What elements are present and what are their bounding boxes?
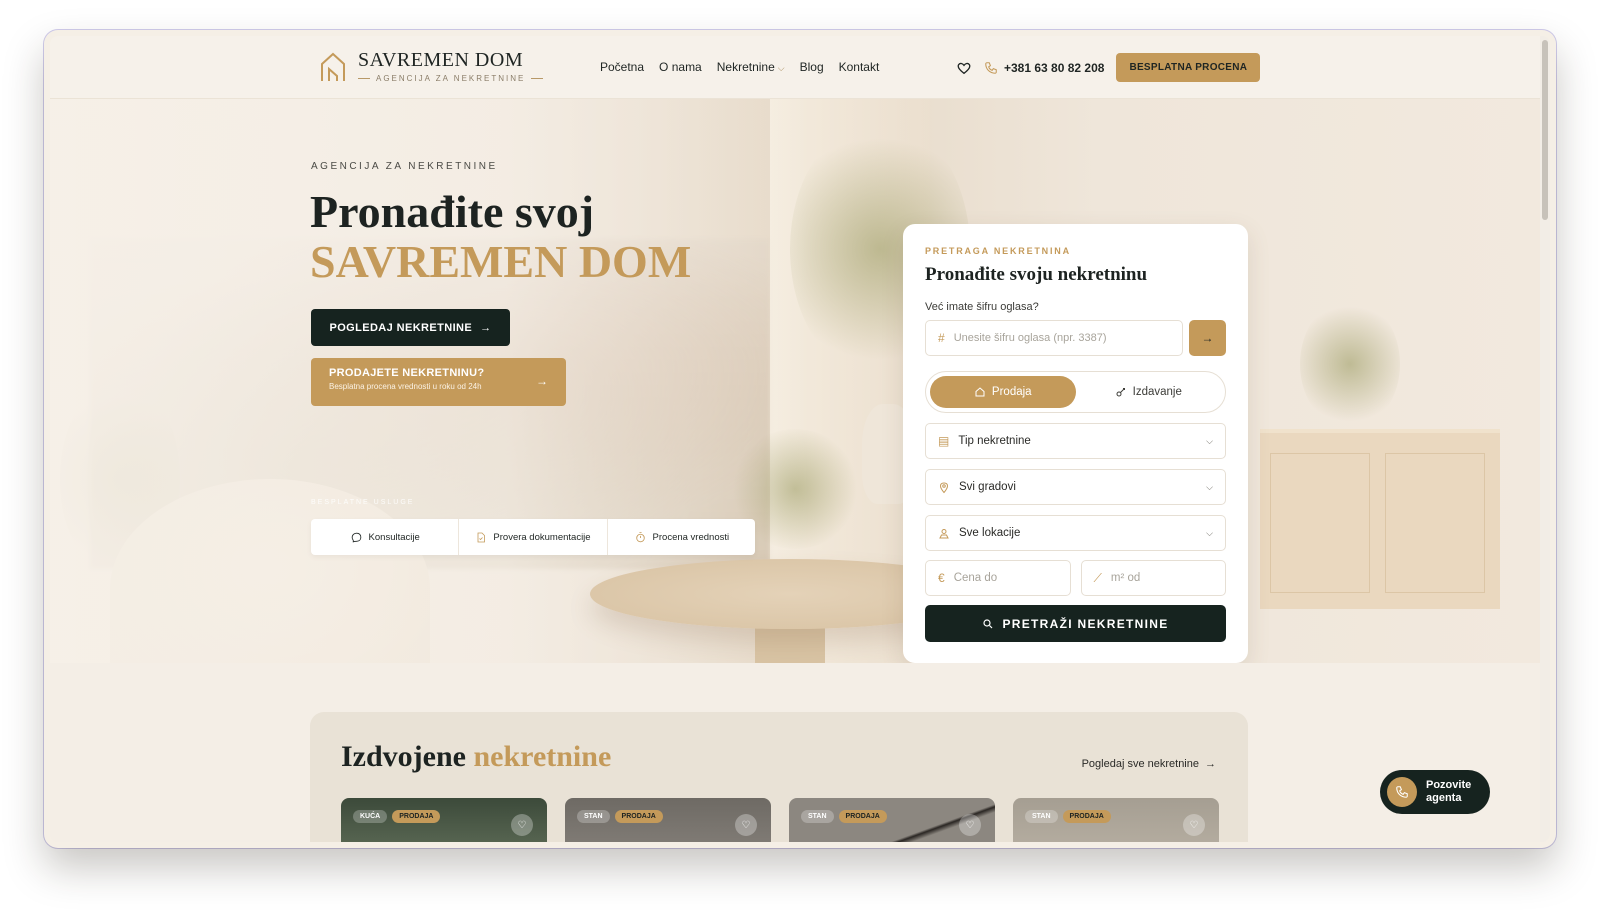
view-properties-button[interactable]: POGLEDAJ NEKRETNINE → xyxy=(311,309,510,346)
services-bar: Konsultacije Provera dokumentacije Proce… xyxy=(311,519,755,555)
arrow-right-icon: → xyxy=(536,374,548,388)
sell-property-button[interactable]: PRODAJETE NEKRETNINU? Besplatna procena … xyxy=(311,358,566,406)
favorite-heart-icon[interactable]: ♡ xyxy=(735,814,757,836)
type-badge: KUĆA xyxy=(353,810,388,823)
browser-window: SAVREMEN DOM AGENCIJA ZA NEKRETNINE Poče… xyxy=(44,30,1556,848)
min-area-input[interactable]: ⟋ m² od xyxy=(1080,560,1226,596)
property-card[interactable]: STAN PRODAJA ♡ xyxy=(565,798,771,842)
search-panel: PRETRAGA NEKRETNINA Pronađite svoju nekr… xyxy=(903,224,1248,663)
header-phone[interactable]: +381 63 80 82 208 xyxy=(984,61,1104,75)
deal-badge: PRODAJA xyxy=(392,810,441,823)
location-select[interactable]: Sve lokacije ⌵ xyxy=(925,515,1226,551)
service-document-check[interactable]: Provera dokumentacije xyxy=(459,519,608,555)
nav-about[interactable]: O nama xyxy=(659,60,702,74)
scrollbar-thumb[interactable] xyxy=(1542,40,1548,220)
home-icon xyxy=(975,387,985,397)
document-icon xyxy=(478,532,486,542)
featured-section: Izdvojene nekretnine Pogledaj sve nekret… xyxy=(310,712,1248,842)
deal-badge: PRODAJA xyxy=(1062,810,1111,823)
nav-blog[interactable]: Blog xyxy=(800,60,824,74)
key-icon xyxy=(1116,388,1125,397)
map-pin-icon xyxy=(939,481,949,493)
search-submit-button[interactable]: PRETRAŽI NEKRETNINE xyxy=(925,605,1226,642)
max-price-input[interactable]: € Cena do xyxy=(925,560,1071,596)
search-icon xyxy=(983,618,993,628)
phone-icon xyxy=(1387,777,1417,807)
view-all-link[interactable]: Pogledaj sve nekretnine → xyxy=(1082,758,1216,770)
code-question: Već imate šifru oglasa? xyxy=(925,301,1039,313)
chevron-down-icon: ⌵ xyxy=(777,63,785,73)
code-row: # Unesite šifru oglasa (npr. 3387) → xyxy=(925,320,1226,356)
type-badge: STAN xyxy=(801,810,834,823)
favorite-heart-icon[interactable]: ♡ xyxy=(959,814,981,836)
services-label: BESPLATNE USLUGE xyxy=(311,499,415,506)
deal-badge: PRODAJA xyxy=(614,810,663,823)
ruler-icon: ⟋ xyxy=(1093,570,1102,585)
service-valuation[interactable]: Procena vrednosti xyxy=(608,519,755,555)
tab-sale[interactable]: Prodaja xyxy=(930,376,1076,408)
service-consultations[interactable]: Konsultacije xyxy=(311,519,460,555)
nav-properties[interactable]: Nekretnine ⌵ xyxy=(717,60,785,74)
type-badge: STAN xyxy=(577,810,610,823)
hero-eyebrow: AGENCIJA ZA NEKRETNINE xyxy=(311,161,498,172)
header-actions: +381 63 80 82 208 BESPLATNA PROCENA xyxy=(956,53,1261,82)
site-header: SAVREMEN DOM AGENCIJA ZA NEKRETNINE Poče… xyxy=(50,36,1550,99)
property-type-select[interactable]: ▤ Tip nekretnine ⌵ xyxy=(925,423,1226,459)
favorite-heart-icon[interactable]: ♡ xyxy=(511,814,533,836)
favorite-heart-icon[interactable]: ♡ xyxy=(1183,814,1205,836)
property-card[interactable]: KUĆA PRODAJA ♡ xyxy=(341,798,547,842)
call-agent-label: Pozovite agenta xyxy=(1426,779,1472,804)
stopwatch-icon xyxy=(635,531,645,542)
deal-type-toggle: Prodaja Izdavanje xyxy=(925,371,1226,413)
arrow-right-icon: → xyxy=(480,321,492,334)
tab-rent[interactable]: Izdavanje xyxy=(1076,376,1222,408)
arrow-right-icon: → xyxy=(1201,331,1214,345)
price-area-row: € Cena do ⟋ m² od xyxy=(925,560,1226,596)
sideboard-decoration xyxy=(1260,429,1500,609)
hero-section: AGENCIJA ZA NEKRETNINE Pronađite svoj SA… xyxy=(50,99,1550,663)
deal-badge: PRODAJA xyxy=(838,810,887,823)
code-submit-button[interactable]: → xyxy=(1189,320,1226,356)
nav-contact[interactable]: Kontakt xyxy=(839,60,880,74)
search-eyebrow: PRETRAGA NEKRETNINA xyxy=(925,246,1071,256)
chevron-down-icon: ⌵ xyxy=(1206,435,1213,446)
property-card[interactable]: STAN PRODAJA ♡ xyxy=(789,798,995,842)
property-card[interactable]: STAN PRODAJA ♡ xyxy=(1013,798,1219,842)
euro-icon: € xyxy=(938,571,945,585)
logo-title: SAVREMEN DOM xyxy=(358,49,524,71)
hash-icon: # xyxy=(938,331,945,345)
property-cards: KUĆA PRODAJA ♡ STAN PRODAJA ♡ STAN PRODAJA … xyxy=(341,798,1219,842)
city-select[interactable]: Svi gradovi ⌵ xyxy=(925,469,1226,505)
chevron-down-icon: ⌵ xyxy=(1206,527,1213,538)
logo-subtitle: AGENCIJA ZA NEKRETNINE xyxy=(358,74,544,83)
type-badge: STAN xyxy=(1025,810,1058,823)
chevron-down-icon: ⌵ xyxy=(1206,481,1213,492)
house-logo-icon xyxy=(321,52,345,81)
main-nav: Početna O nama Nekretnine ⌵ Blog Kontakt xyxy=(600,60,879,74)
page: SAVREMEN DOM AGENCIJA ZA NEKRETNINE Poče… xyxy=(50,36,1550,842)
logo[interactable]: SAVREMEN DOM AGENCIJA ZA NEKRETNINE xyxy=(318,49,544,83)
building-icon: ▤ xyxy=(938,434,950,448)
arrow-right-icon: → xyxy=(1205,758,1216,770)
plant-decoration-right xyxy=(1300,299,1400,429)
listing-code-input[interactable]: # Unesite šifru oglasa (npr. 3387) xyxy=(925,320,1183,356)
featured-title: Izdvojene nekretnine xyxy=(341,740,612,773)
search-title: Pronađite svoju nekretninu xyxy=(925,264,1148,285)
nav-home[interactable]: Početna xyxy=(600,60,644,74)
page-scrollbar[interactable] xyxy=(1540,36,1550,842)
heart-icon[interactable] xyxy=(956,60,972,76)
call-agent-button[interactable]: Pozovite agenta xyxy=(1380,770,1490,814)
hero-title: Pronađite svoj SAVREMEN DOM xyxy=(310,186,692,287)
chat-icon xyxy=(351,532,361,543)
location-icon xyxy=(939,528,949,538)
phone-icon xyxy=(985,61,997,74)
free-valuation-button[interactable]: BESPLATNA PROCENA xyxy=(1116,53,1261,82)
phone-number: +381 63 80 82 208 xyxy=(1004,60,1105,75)
